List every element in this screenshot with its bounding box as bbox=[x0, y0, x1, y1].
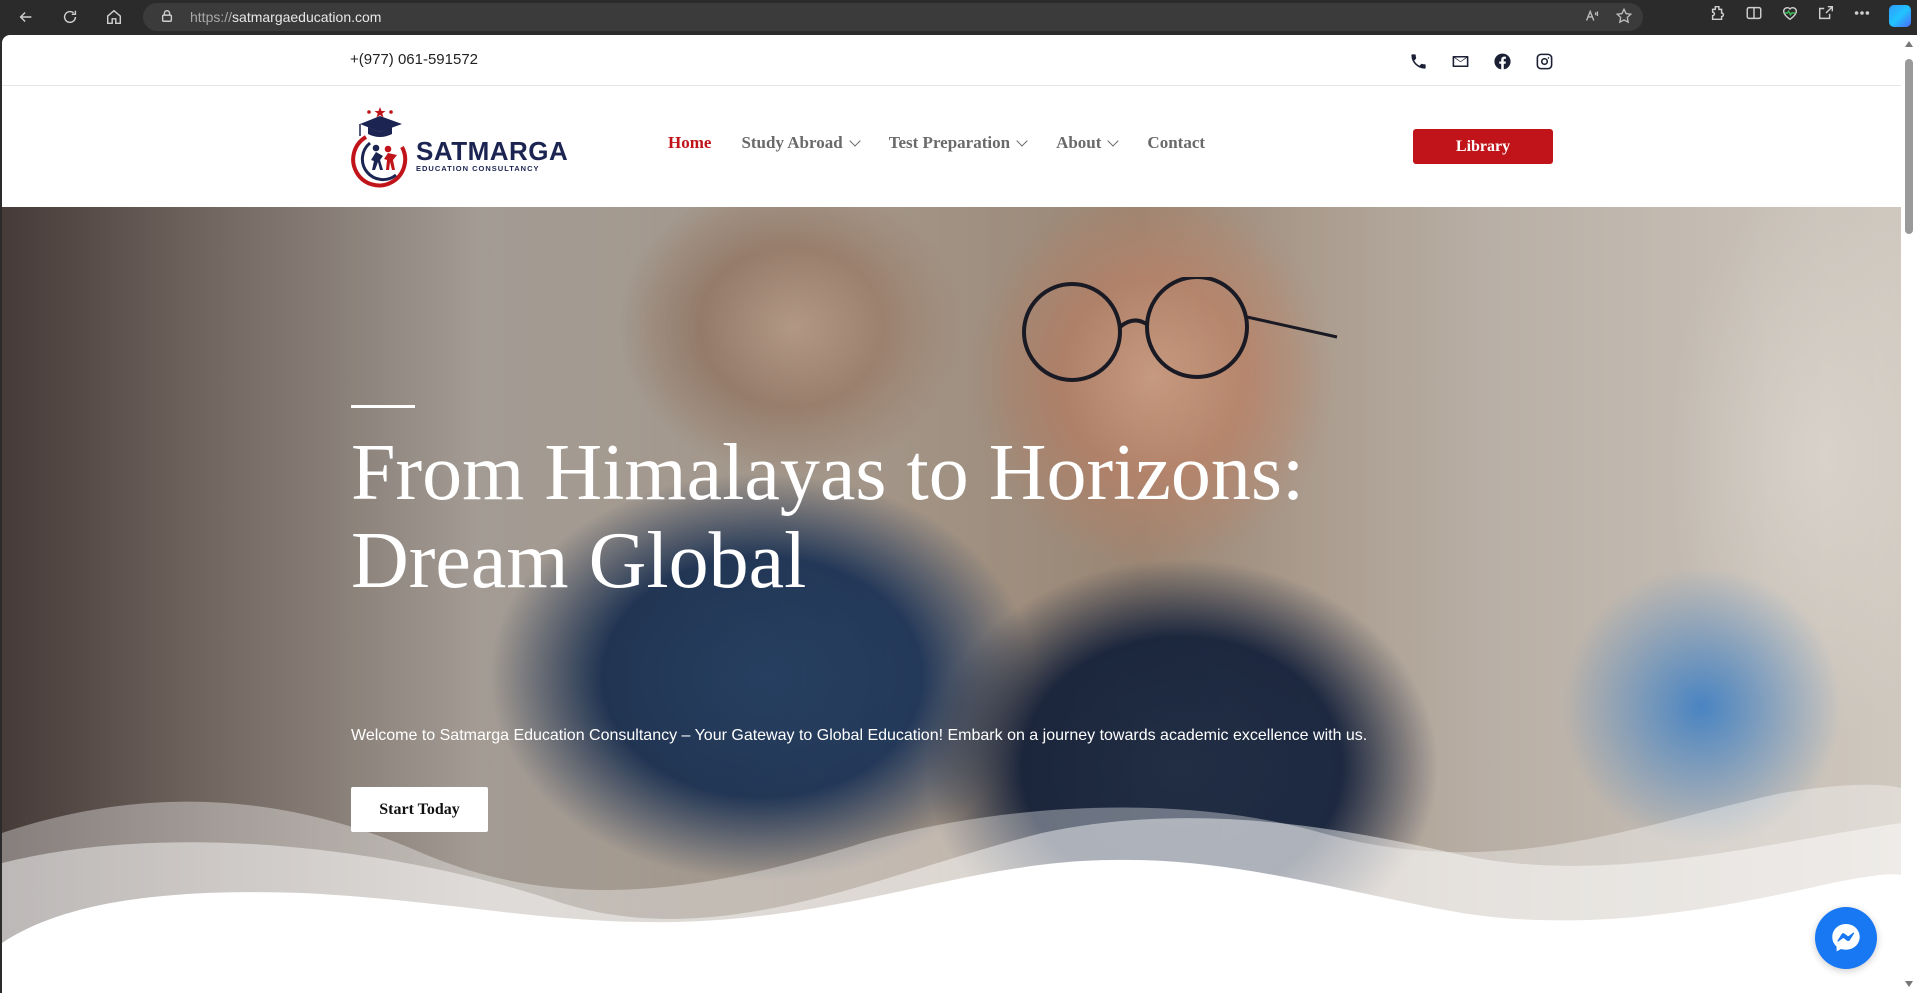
nav-study-abroad-label: Study Abroad bbox=[741, 133, 843, 152]
top-info-bar: +(977) 061-591572 bbox=[2, 35, 1901, 86]
url-host: satmargaeducation.com bbox=[232, 9, 382, 25]
hero-title: From Himalayas to Horizons: Dream Global bbox=[351, 429, 1305, 605]
social-links bbox=[1406, 49, 1556, 73]
nav-home-label: Home bbox=[668, 133, 712, 152]
chevron-down-icon bbox=[1107, 135, 1120, 147]
extensions-icon[interactable] bbox=[1709, 4, 1727, 27]
share-icon[interactable] bbox=[1817, 4, 1835, 27]
browser-essentials-icon[interactable] bbox=[1781, 4, 1799, 27]
hero-photo-detail bbox=[1022, 277, 1338, 382]
home-icon bbox=[106, 9, 122, 25]
favorite-star-icon[interactable] bbox=[1615, 7, 1633, 30]
scrollbar-thumb[interactable] bbox=[1905, 59, 1913, 234]
facebook-icon[interactable] bbox=[1490, 49, 1514, 73]
site-logo[interactable]: SATMARGA EDUCATION CONSULTANCY bbox=[350, 101, 568, 191]
read-aloud-icon[interactable] bbox=[1583, 7, 1601, 30]
logo-brand-name: SATMARGA bbox=[416, 135, 569, 166]
refresh-button[interactable] bbox=[52, 2, 88, 32]
chevron-down-icon bbox=[1016, 135, 1028, 147]
nav-contact-label: Contact bbox=[1147, 133, 1206, 152]
hero-section: From Himalayas to Horizons: Dream Global… bbox=[2, 207, 1901, 993]
back-arrow-icon bbox=[19, 11, 32, 23]
site-header: SATMARGA EDUCATION CONSULTANCY Home Stud… bbox=[2, 87, 1901, 207]
chevron-down-icon bbox=[849, 135, 861, 147]
copilot-icon[interactable] bbox=[1889, 4, 1911, 27]
library-button[interactable]: Library bbox=[1413, 129, 1553, 164]
main-navigation: Home Study Abroad Test Preparation About… bbox=[668, 133, 1205, 153]
lock-icon bbox=[160, 9, 176, 25]
url-protocol: https:// bbox=[190, 9, 233, 25]
scroll-down-arrow-icon[interactable] bbox=[1905, 981, 1913, 987]
hero-accent-rule bbox=[351, 405, 415, 408]
split-screen-icon[interactable] bbox=[1745, 4, 1763, 27]
nav-test-preparation-label: Test Preparation bbox=[888, 133, 1011, 152]
refresh-icon bbox=[63, 10, 77, 24]
page-viewport: +(977) 061-591572 SATMARGA EDUCATION CON… bbox=[2, 35, 1901, 993]
home-button[interactable] bbox=[96, 2, 132, 32]
page-scrollbar[interactable] bbox=[1901, 35, 1917, 993]
nav-test-preparation[interactable]: Test Preparation bbox=[888, 133, 1028, 153]
top-phone-number[interactable]: +(977) 061-591572 bbox=[350, 51, 478, 68]
messenger-chat-button[interactable] bbox=[1815, 907, 1877, 969]
messenger-icon bbox=[1832, 924, 1860, 952]
scroll-up-arrow-icon[interactable] bbox=[1905, 41, 1913, 47]
instagram-icon[interactable] bbox=[1532, 49, 1556, 73]
phone-icon[interactable] bbox=[1406, 49, 1430, 73]
logo-mark bbox=[350, 103, 412, 189]
nav-home[interactable]: Home bbox=[668, 133, 711, 153]
address-url[interactable]: https://satmargaeducation.com bbox=[190, 9, 381, 25]
hero-wave-divider bbox=[2, 784, 1901, 993]
mail-icon[interactable] bbox=[1448, 49, 1472, 73]
nav-study-abroad[interactable]: Study Abroad bbox=[741, 133, 861, 153]
nav-contact[interactable]: Contact bbox=[1147, 133, 1205, 153]
nav-about[interactable]: About bbox=[1056, 133, 1120, 153]
more-menu-icon[interactable] bbox=[1853, 4, 1871, 27]
address-bar[interactable]: https://satmargaeducation.com bbox=[143, 3, 1643, 31]
back-button[interactable] bbox=[8, 2, 44, 32]
nav-about-label: About bbox=[1056, 133, 1102, 152]
browser-toolbar: https://satmargaeducation.com bbox=[0, 0, 1917, 34]
hero-subtitle: Welcome to Satmarga Education Consultanc… bbox=[351, 727, 1368, 744]
